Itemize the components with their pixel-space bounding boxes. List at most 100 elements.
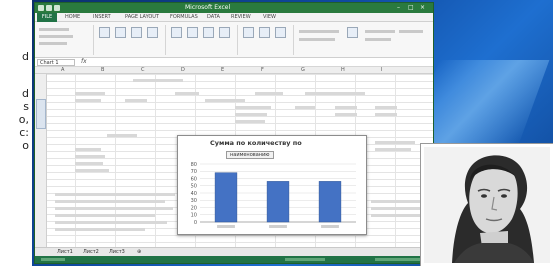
tab-review[interactable]: REVIEW (231, 14, 251, 20)
y-tick-label: 50 (191, 184, 197, 190)
chart-icon[interactable] (115, 27, 126, 38)
cell-content (55, 214, 155, 217)
chart-bar (266, 181, 290, 223)
cell-content (375, 113, 397, 116)
cell-content (133, 79, 183, 82)
cell-content (55, 200, 165, 203)
ribbon-separator (237, 25, 238, 55)
insert-slicer-icon[interactable] (171, 27, 182, 38)
ribbon-command[interactable] (299, 30, 339, 33)
undo-icon[interactable] (46, 5, 52, 11)
column-header[interactable]: E (221, 67, 224, 73)
edge-text-line: c: (19, 126, 29, 139)
column-header[interactable]: C (141, 67, 145, 73)
pivot-chart-icon[interactable] (347, 27, 358, 38)
cell-content (75, 148, 101, 151)
sheet-tab[interactable]: Лист2 (83, 249, 99, 255)
ribbon-command[interactable] (39, 42, 67, 45)
y-tick-label: 80 (191, 162, 197, 168)
ribbon-command[interactable] (39, 35, 73, 38)
cell-content (75, 169, 109, 172)
column-header[interactable]: B (101, 67, 104, 73)
add-sheet-icon[interactable]: ⊕ (137, 249, 141, 255)
cell-content (175, 92, 199, 95)
edge-text-line: d (22, 50, 29, 63)
sheet-tab[interactable]: Лист3 (109, 249, 125, 255)
portrait-photo (420, 143, 553, 266)
column-header[interactable]: D (181, 67, 185, 73)
cell-content (75, 162, 103, 165)
ribbon-command[interactable] (365, 38, 391, 41)
cell-content (55, 207, 173, 210)
y-tick-label: 30 (191, 198, 197, 204)
cell-content (335, 113, 357, 116)
ribbon-command[interactable] (399, 30, 423, 33)
change-source-icon[interactable] (219, 27, 230, 38)
close-icon[interactable]: × (420, 4, 425, 11)
edge-text-line: o, (18, 113, 29, 126)
x-category-label (321, 225, 339, 228)
field-list-icon[interactable] (147, 27, 158, 38)
y-tick-label: 0 (194, 220, 197, 226)
column-header[interactable]: A (61, 67, 64, 73)
save-icon[interactable] (38, 5, 44, 11)
clear-icon[interactable] (243, 27, 254, 38)
pivot-chart[interactable]: 0 10 20 30 40 50 60 70 80 Сумма по количеству по… (177, 135, 367, 235)
timeline-icon[interactable] (187, 27, 198, 38)
select-icon[interactable] (259, 27, 270, 38)
sheet-tab[interactable]: Лист1 (57, 249, 73, 255)
tab-home[interactable]: HOME (65, 14, 80, 20)
status-text (285, 258, 325, 261)
cell-content (235, 113, 267, 116)
table-icon[interactable] (131, 27, 142, 38)
cell-content (205, 99, 245, 102)
field-list-pane[interactable] (36, 99, 46, 129)
cell-content (55, 193, 175, 196)
y-tick-label: 10 (191, 213, 197, 219)
column-header[interactable]: G (301, 67, 305, 73)
chart-title[interactable]: Сумма по количеству по (210, 139, 302, 147)
tab-file[interactable]: FILE (37, 13, 57, 22)
y-tick-label: 40 (191, 191, 197, 197)
cell-content (235, 120, 265, 123)
tab-view[interactable]: VIEW (263, 14, 276, 20)
window-title: Microsoft Excel (185, 4, 231, 11)
zoom-slider[interactable] (375, 258, 425, 261)
minimize-icon[interactable]: – (397, 4, 400, 11)
cell-content (295, 106, 315, 109)
column-header[interactable]: H (341, 67, 345, 73)
cell-content (305, 92, 365, 95)
cell-content (55, 221, 167, 224)
cell-content (375, 106, 397, 109)
move-pivot-icon[interactable] (275, 27, 286, 38)
maximize-icon[interactable]: □ (408, 4, 414, 11)
chart-bar (318, 181, 342, 223)
refresh-icon[interactable] (203, 27, 214, 38)
cell-content (55, 228, 145, 231)
cell-content (235, 106, 271, 109)
pivot-table-icon[interactable] (99, 27, 110, 38)
cell-content (375, 141, 415, 144)
ribbon-command[interactable] (365, 30, 395, 33)
cell-content (125, 99, 147, 102)
name-box[interactable]: Chart 1 (37, 59, 75, 66)
fx-icon[interactable]: fx (81, 58, 87, 65)
cell-content (255, 92, 283, 95)
x-category-label (217, 225, 235, 228)
tab-formulas[interactable]: FORMULAS (170, 14, 198, 20)
column-header[interactable]: F (261, 67, 264, 73)
ribbon-command[interactable] (299, 38, 335, 41)
redo-icon[interactable] (54, 5, 60, 11)
y-tick-label: 60 (191, 176, 197, 182)
ribbon-tabs: FILE HOME INSERT PAGE LAYOUT FORMULAS DA… (35, 13, 433, 22)
tab-data[interactable]: DATA (207, 14, 220, 20)
chart-subtitle[interactable]: наименованию (226, 151, 274, 159)
column-header[interactable]: I (381, 67, 382, 73)
ribbon-separator (93, 25, 94, 55)
edge-text-line: s (23, 100, 29, 113)
tab-page-layout[interactable]: PAGE LAYOUT (125, 14, 159, 20)
chart-bar (214, 172, 238, 223)
column-headers: A B C D E F G H I (35, 67, 433, 74)
ribbon-command[interactable] (39, 28, 69, 31)
tab-insert[interactable]: INSERT (93, 14, 111, 20)
